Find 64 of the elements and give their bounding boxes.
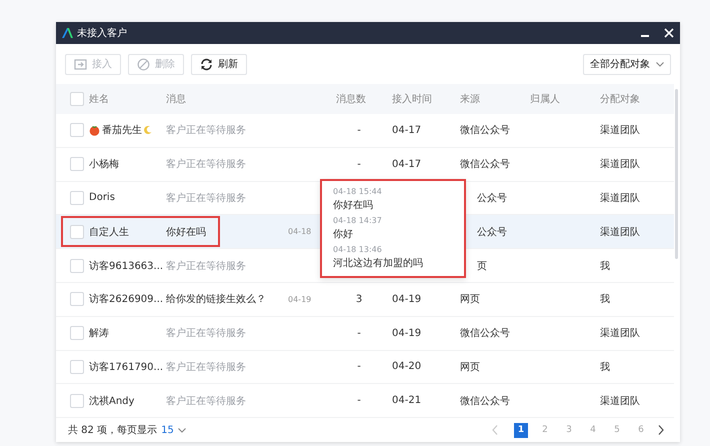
- table-cell-text: 我: [600, 292, 610, 306]
- table-cell-text: 公众号: [477, 226, 507, 239]
- table-cell: 04-19: [392, 294, 422, 305]
- message-count: -: [357, 395, 361, 406]
- message-text: 客户正在等待服务: [166, 326, 246, 340]
- table-cell-text: 渠道团队: [600, 158, 640, 172]
- message-count: -: [357, 158, 361, 170]
- customer-name: 番茄先生: [102, 124, 142, 138]
- table-cell-text: 微信公众号: [460, 158, 510, 172]
- customer-name: 访客9613663...: [89, 260, 164, 273]
- table-cell-text: 我: [600, 260, 610, 273]
- message-text: 客户正在等待服务: [166, 394, 246, 408]
- table-cell-text: 公众号: [477, 192, 507, 205]
- table-cell: 04-17: [392, 124, 422, 136]
- message-text: 你好在吗: [333, 199, 374, 213]
- table-cell-text: 渠道团队: [600, 226, 640, 239]
- message-text: 给你发的链接生效么？: [166, 292, 266, 306]
- column-header: 分配对象: [600, 92, 640, 106]
- table-cell: 04-20: [392, 361, 422, 372]
- table-cell: 04-19: [392, 328, 422, 339]
- table-cell: 04-17: [392, 158, 422, 170]
- message-text: 客户正在等待服务: [166, 360, 246, 374]
- message-count: -: [357, 328, 361, 339]
- table-cell-text: 微信公众号: [460, 327, 510, 340]
- table-cell-text: 我: [600, 360, 610, 374]
- item-count: 共 82 项，每页显示: [68, 424, 158, 438]
- column-header: 消息数: [336, 92, 366, 106]
- column-header: 消息: [166, 92, 186, 106]
- message-text: 客户正在等待服务: [166, 260, 246, 273]
- customer-name: Doris: [89, 192, 115, 204]
- customer-name: 沈祺Andy: [89, 394, 134, 408]
- message-time: 04-18 15:44: [333, 186, 383, 198]
- message-count: -: [357, 124, 361, 136]
- message-count: -: [357, 361, 361, 372]
- message-text: 客户正在等待服务: [166, 124, 246, 138]
- message-text: 客户正在等待服务: [166, 192, 246, 205]
- message-time: 04-19: [288, 294, 312, 304]
- message-text: 你好: [333, 228, 354, 242]
- message-text: 客户正在等待服务: [166, 158, 246, 172]
- table-cell-text: 页: [477, 260, 487, 273]
- message-count: 3: [356, 294, 362, 305]
- table-cell-text: 微信公众号: [460, 124, 510, 138]
- customer-name: 访客1761790...: [89, 360, 164, 374]
- table-cell-text: 网页: [460, 360, 480, 374]
- window-title: 未接入客户: [77, 26, 127, 40]
- customer-name: 小杨梅: [89, 158, 119, 172]
- table-cell-text: 网页: [460, 293, 480, 306]
- message-text: 河北这边有加盟的吗: [333, 256, 424, 271]
- customer-name: 自定人生: [89, 226, 129, 239]
- message-text: 你好在吗: [166, 226, 206, 239]
- customer-name: 解涛: [89, 327, 109, 340]
- table-cell-text: 渠道团队: [600, 192, 640, 205]
- column-header: 接入时间: [392, 92, 432, 106]
- table-cell-text: 渠道团队: [600, 394, 640, 408]
- column-header: 姓名: [89, 93, 109, 106]
- message-time: 04-18: [288, 227, 312, 236]
- message-time: 04-18 14:37: [333, 215, 383, 227]
- customer-name: 访客2626909...: [89, 292, 164, 306]
- table-cell-text: 渠道团队: [600, 326, 640, 340]
- column-header: 归属人: [530, 92, 560, 106]
- table-cell-text: 微信公众号: [460, 394, 510, 408]
- column-header: 来源: [460, 92, 480, 106]
- table-cell: 04-21: [392, 395, 422, 406]
- table-cell-text: 渠道团队: [600, 124, 640, 138]
